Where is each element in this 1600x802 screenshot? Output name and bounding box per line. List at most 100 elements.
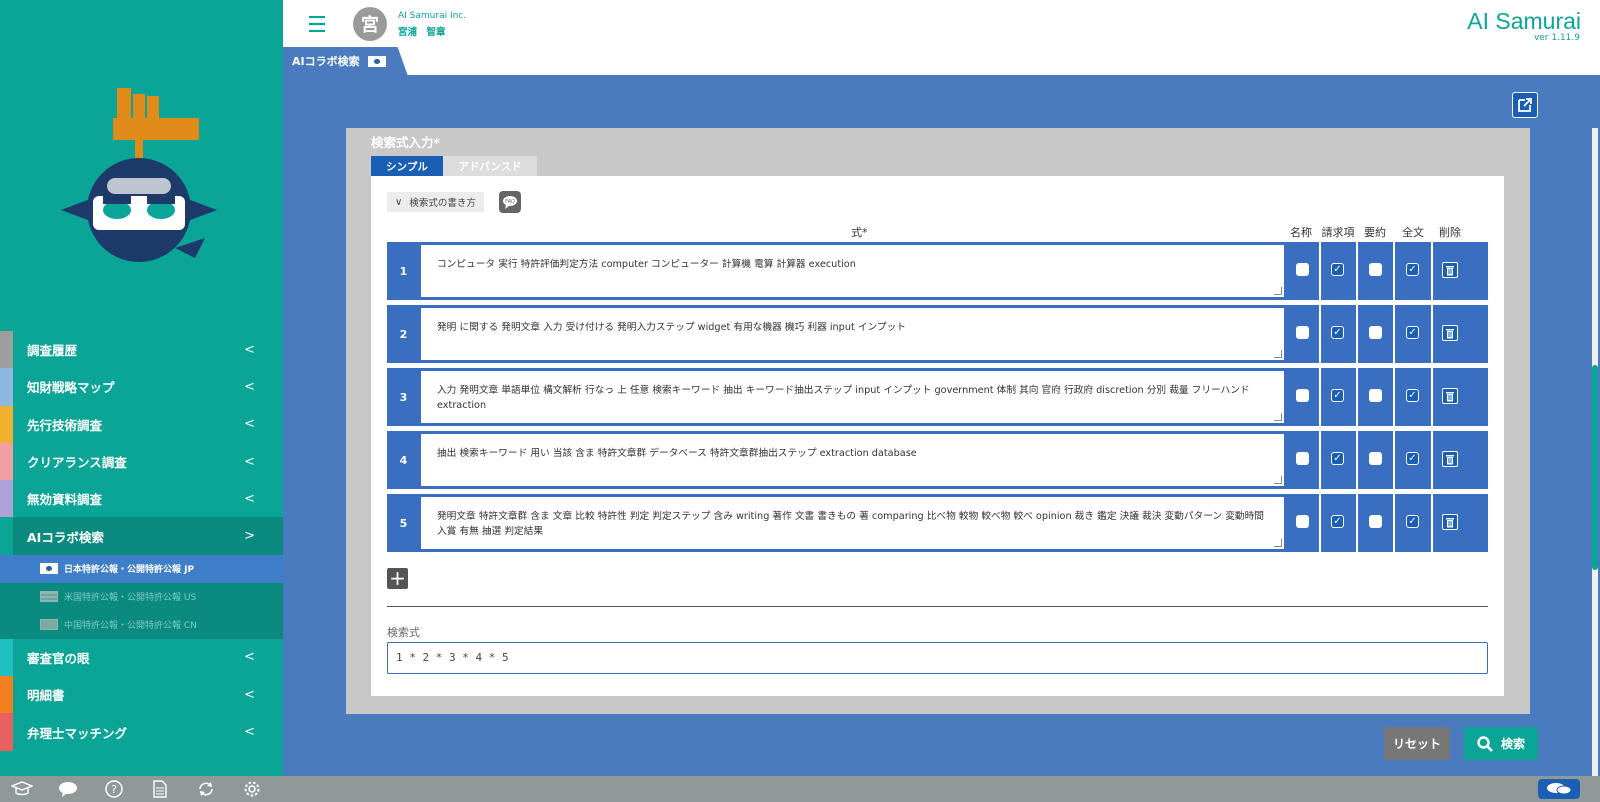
checkbox-abstract[interactable]: [1369, 515, 1382, 528]
column-header-delete: 削除: [1439, 226, 1461, 239]
formula-row: 4 抽出 検索キーワード 用い 当該 含ま 特許文章群 データベース 特許文章群…: [387, 431, 1488, 489]
tab-ai-collab[interactable]: AIコラボ検索: [283, 47, 408, 75]
sidebar-stripe: [0, 713, 13, 751]
chevron-right-icon: >: [244, 528, 255, 544]
checkbox-fulltext[interactable]: ✓: [1406, 389, 1419, 402]
checkbox-abstract[interactable]: [1369, 389, 1382, 402]
sidebar-subitem-jp[interactable]: 日本特許公報・公開特許公報 JP: [0, 554, 283, 583]
checkbox-name[interactable]: [1296, 326, 1309, 339]
column-divider: [1393, 431, 1395, 489]
help-icon[interactable]: ?: [102, 779, 126, 799]
tab-simple[interactable]: シンプル: [371, 156, 443, 176]
column-divider: [1393, 368, 1395, 426]
sidebar-item-ip-map[interactable]: 知財戦略マップ <: [0, 368, 283, 406]
formula-rows: 1 コンピュータ 実行 特許評価判定方法 computer コンピューター 計算…: [387, 242, 1488, 557]
checkbox-abstract[interactable]: [1369, 326, 1382, 339]
sidebar-item-label: 審査官の眼: [27, 650, 90, 666]
checkbox-name[interactable]: [1296, 389, 1309, 402]
delete-row-button[interactable]: [1442, 388, 1458, 404]
chat-icon: [1547, 783, 1572, 795]
add-row-button[interactable]: +: [387, 568, 408, 589]
sidebar-subitem-us[interactable]: 米国特許公報・公開特許公報 US: [0, 583, 283, 611]
formula-textarea[interactable]: 発明 に関する 発明文章 入力 受け付ける 発明入力ステップ widget 有用…: [420, 307, 1285, 361]
faq-bubble-icon[interactable]: [56, 779, 80, 799]
formula-textarea[interactable]: 抽出 検索キーワード 用い 当該 含ま 特許文章群 データベース 特許文章群抽出…: [420, 433, 1285, 487]
checkbox-name[interactable]: [1296, 515, 1309, 528]
checkbox-claims[interactable]: ✓: [1331, 389, 1344, 402]
chevron-left-icon: <: [244, 379, 255, 395]
delete-row-button[interactable]: [1442, 451, 1458, 467]
sidebar: 調査履歴 < 知財戦略マップ < 先行技術調査 < クリアランス調査 < 無効資料調査 <…: [0, 0, 283, 776]
gear-icon[interactable]: [240, 779, 264, 799]
avatar[interactable]: 宮: [353, 7, 387, 41]
reset-button[interactable]: リセット: [1384, 727, 1450, 760]
sidebar-item-attorney-matching[interactable]: 弁理士マッチング <: [0, 713, 283, 751]
checkbox-name[interactable]: [1296, 452, 1309, 465]
sidebar-item-clearance[interactable]: クリアランス調査 <: [0, 442, 283, 481]
china-flag-icon: [40, 619, 58, 631]
column-divider: [1319, 242, 1321, 300]
chevron-left-icon: <: [244, 342, 255, 358]
checkbox-abstract[interactable]: [1369, 452, 1382, 465]
company-name: AI Samurai Inc.: [398, 11, 467, 21]
column-header-claims: 請求項: [1321, 226, 1355, 239]
column-divider: [1319, 494, 1321, 552]
checkbox-claims[interactable]: ✓: [1331, 515, 1344, 528]
search-formula-panel: 検索式入力* シンプル アドバンスド ∨ 検索式の書き方 FAQ 式* 名称 請…: [346, 128, 1530, 714]
chevron-left-icon: <: [244, 416, 255, 432]
sidebar-subitem-cn[interactable]: 中国特許公報・公開特許公報 CN: [0, 611, 283, 639]
user-name: 宮浦 智章: [398, 27, 446, 38]
brand-logo: AI Samurai: [1467, 8, 1581, 34]
checkbox-fulltext[interactable]: ✓: [1406, 263, 1419, 276]
sidebar-item-label: 無効資料調査: [27, 492, 103, 508]
chevron-down-icon: ∨: [395, 196, 403, 208]
sidebar-stripe: [0, 676, 13, 714]
scrollbar-thumb[interactable]: [1592, 365, 1598, 570]
formula-textarea[interactable]: 入力 発明文章 単語単位 構文解析 行なっ 上 任意 検索キーワード 抽出 キー…: [420, 370, 1285, 424]
checkbox-claims[interactable]: ✓: [1331, 263, 1344, 276]
formula-row: 2 発明 に関する 発明文章 入力 受け付ける 発明入力ステップ widget …: [387, 305, 1488, 363]
search-button[interactable]: 検索: [1464, 727, 1538, 760]
delete-row-button[interactable]: [1442, 262, 1458, 278]
checkbox-claims[interactable]: ✓: [1331, 452, 1344, 465]
sidebar-item-history[interactable]: 調査履歴 <: [0, 331, 283, 369]
hamburger-menu-icon[interactable]: ☰: [307, 13, 327, 38]
sidebar-item-specification[interactable]: 明細書 <: [0, 676, 283, 714]
japan-flag-icon: [367, 55, 386, 67]
faq-icon[interactable]: FAQ: [499, 191, 521, 213]
checkbox-fulltext[interactable]: ✓: [1406, 452, 1419, 465]
formula-textarea[interactable]: コンピュータ 実行 特許評価判定方法 computer コンピューター 計算機 …: [420, 244, 1285, 298]
trash-icon: [1446, 265, 1454, 275]
sidebar-item-prior-art[interactable]: 先行技術調査 <: [0, 405, 283, 443]
checkbox-fulltext[interactable]: ✓: [1406, 326, 1419, 339]
column-divider: [1431, 494, 1433, 552]
column-divider: [1356, 494, 1358, 552]
version-label: ver 1.11.9: [1533, 33, 1580, 43]
checkbox-fulltext[interactable]: ✓: [1406, 515, 1419, 528]
chevron-left-icon: <: [244, 649, 255, 665]
tab-advanced[interactable]: アドバンスド: [443, 156, 537, 176]
document-icon[interactable]: [148, 779, 172, 799]
delete-row-button[interactable]: [1442, 514, 1458, 530]
howto-toggle[interactable]: ∨ 検索式の書き方: [387, 192, 484, 212]
checkbox-claims[interactable]: ✓: [1331, 326, 1344, 339]
delete-row-button[interactable]: [1442, 325, 1458, 341]
svg-text:FAQ: FAQ: [505, 199, 515, 205]
sidebar-item-label: 弁理士マッチング: [27, 725, 128, 741]
sidebar-item-ai-collab[interactable]: AIコラボ検索 >: [0, 517, 283, 555]
graduation-cap-icon[interactable]: [10, 779, 34, 799]
checkbox-abstract[interactable]: [1369, 263, 1382, 276]
formula-textarea[interactable]: 発明文章 特許文章群 含ま 文章 比較 特許性 判定 判定ステップ 含み wri…: [420, 496, 1285, 550]
refresh-icon[interactable]: [194, 779, 218, 799]
formula-input[interactable]: 1 * 2 * 3 * 4 * 5: [387, 642, 1488, 674]
column-divider: [1319, 305, 1321, 363]
sidebar-item-examiner[interactable]: 審査官の眼 <: [0, 638, 283, 677]
row-number: 1: [399, 264, 408, 278]
sidebar-stripe: [0, 405, 13, 443]
sidebar-item-invalidity[interactable]: 無効資料調査 <: [0, 480, 283, 518]
japan-flag-icon: [40, 563, 58, 575]
formula-column-header: 式*: [851, 226, 868, 239]
checkbox-name[interactable]: [1296, 263, 1309, 276]
chat-button[interactable]: [1538, 779, 1580, 799]
open-external-button[interactable]: [1512, 92, 1538, 118]
